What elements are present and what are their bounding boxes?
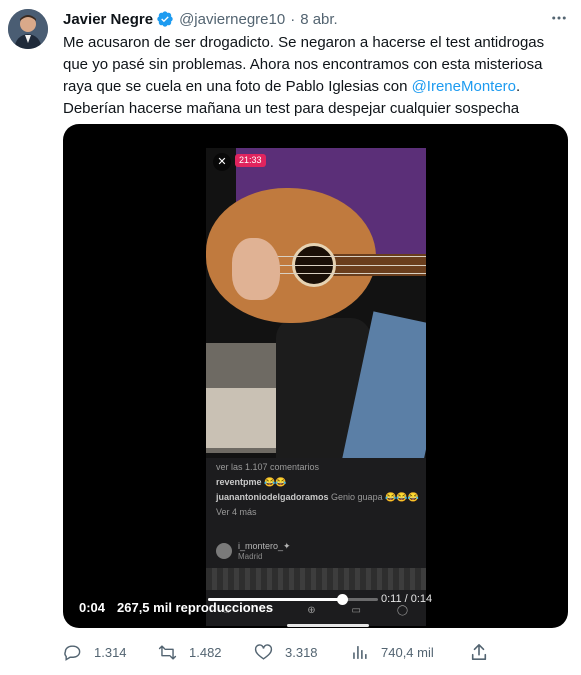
retweet-icon [158,643,177,662]
reply-icon [63,643,82,662]
comment-text: 😂😂 [264,477,287,487]
like-button[interactable]: 3.318 [254,640,318,664]
video-frame: ✕ 21:33 ver las 1.107 comentarios revent… [206,148,426,626]
retweet-count: 1.482 [189,644,222,660]
header-separator: · [290,10,296,28]
video-elapsed: 0:04 [79,600,106,615]
author-handle[interactable]: @javiernegre10 [179,11,285,28]
tweet-date[interactable]: 8 abr. [300,11,338,28]
video-scene-crowd [206,568,426,590]
sender-location: Madrid [238,552,263,561]
share-icon[interactable] [470,642,488,662]
more-icon[interactable] [544,6,574,30]
comment-text: Genio guapa 😂😂😂 [331,492,419,502]
avatar [216,543,232,559]
author-name[interactable]: Javier Negre [63,11,153,28]
reels-icon: ▭ [351,604,361,616]
live-badge: 21:33 [235,154,266,167]
video-home-indicator [287,624,369,627]
verified-icon[interactable] [156,10,174,28]
tweet-text: Me acusaron de ser drogadicto. Se negaro… [63,32,563,120]
tweet-actions: 1.314 1.482 3.318 740,4 mil [63,640,493,664]
video-scene-table [206,388,276,448]
profile-icon: ◯ [396,604,409,616]
tweet[interactable]: Javier Negre @javiernegre10 · 8 abr. Me … [0,0,581,675]
author-avatar[interactable] [8,9,48,49]
views-button[interactable]: 740,4 mil [350,640,434,664]
comment-line: ver las 1.107 comentarios [216,461,416,473]
video-player[interactable]: ✕ 21:33 ver las 1.107 comentarios revent… [63,124,568,628]
like-icon [254,643,273,662]
add-icon: ⊕ [307,604,316,616]
comment-line: Ver 4 más [216,506,416,518]
video-views: 267,5 mil reproducciones [117,600,274,615]
reply-count: 1.314 [94,644,127,660]
comment-line: reventpme 😂😂 [216,476,416,488]
views-count: 740,4 mil [381,644,434,660]
reply-button[interactable]: 1.314 [63,640,127,664]
video-scene-hand [232,238,280,300]
video-comments: ver las 1.107 comentarios reventpme 😂😂 j… [216,461,419,518]
close-icon: ✕ [213,153,231,171]
comment-text: ver las 1.107 comentarios [216,462,320,472]
mention-link[interactable]: @IreneMontero [412,78,516,95]
like-count: 3.318 [285,644,318,660]
comment-user: reventpme [216,477,262,487]
retweet-button[interactable]: 1.482 [158,640,222,664]
video-timer: 0:11 / 0:14 [381,593,433,605]
views-icon [350,643,369,662]
comment-line: juanantoniodelgadoramos Genio guapa 😂😂😂 [216,491,419,503]
comment-text: Ver 4 más [216,507,257,517]
tweet-header: Javier Negre @javiernegre10 · 8 abr. [63,9,338,29]
sender-name: i_montero_✦ [238,541,291,551]
video-sender: i_montero_✦ Madrid [216,540,396,562]
comment-user: juanantoniodelgadoramos [216,492,329,502]
